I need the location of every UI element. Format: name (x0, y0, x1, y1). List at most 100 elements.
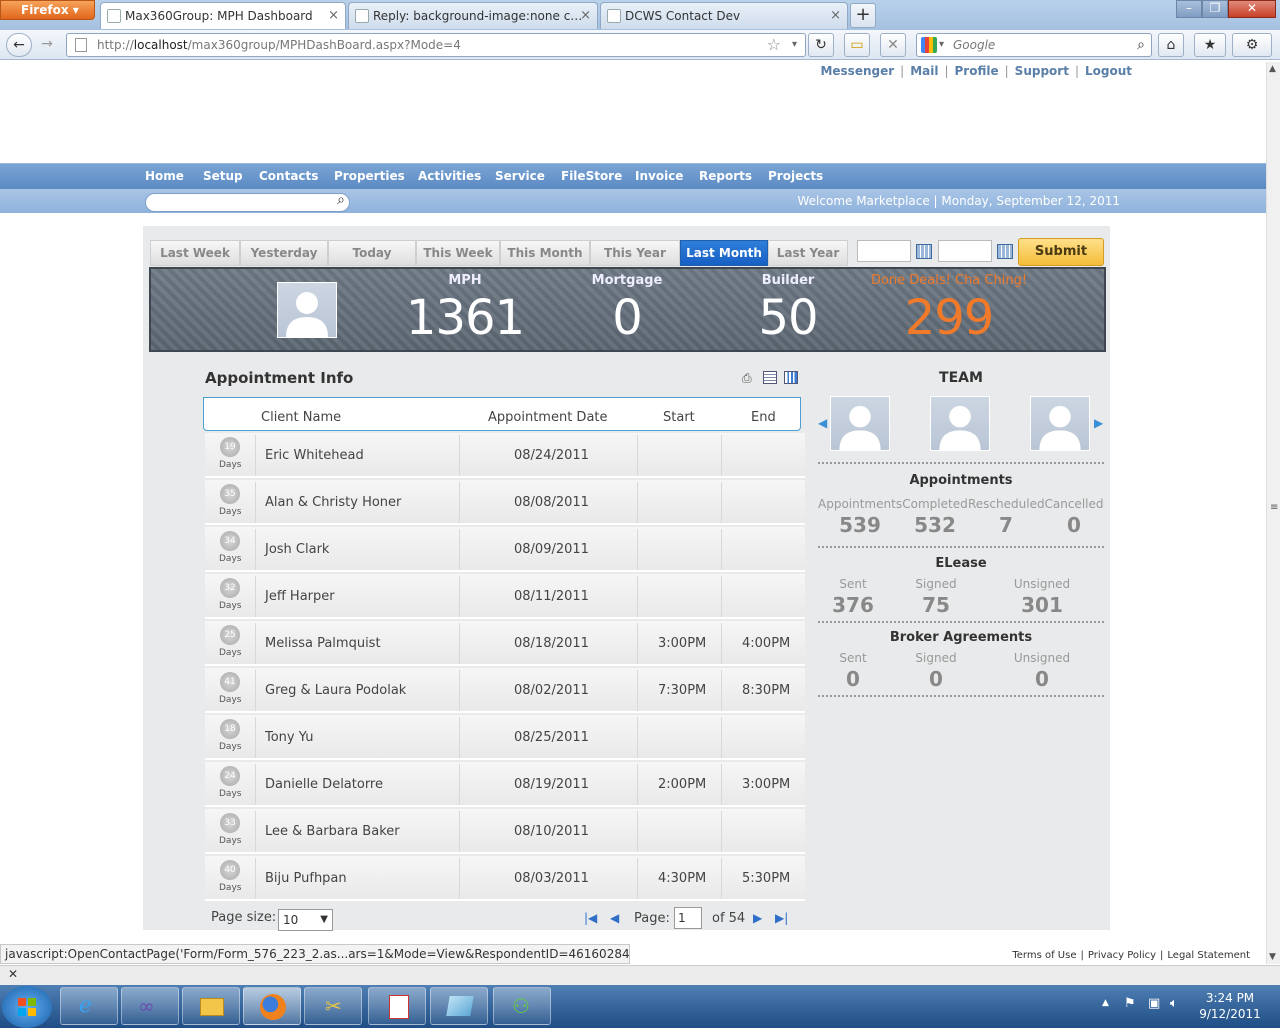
internet-explorer-icon[interactable]: ℯ (60, 987, 118, 1025)
next-page-icon[interactable]: ▶ (753, 911, 762, 925)
period-today[interactable]: Today (328, 240, 416, 266)
team-member-avatar[interactable] (930, 396, 990, 451)
back-button[interactable]: ← (6, 33, 32, 57)
search-input[interactable]: Google ▾ ⌕ (916, 33, 1152, 57)
address-bar[interactable]: http://localhost/max360group/MPHDashBoar… (66, 33, 806, 57)
link-logout[interactable]: Logout (1085, 64, 1132, 78)
client-name-link[interactable]: Melissa Palmquist (265, 621, 381, 666)
table-row[interactable]: 33 Days Lee & Barbara Baker 08/10/2011 (205, 809, 805, 854)
volume-icon[interactable]: 🔈︎ (1170, 996, 1178, 1011)
period-yesterday[interactable]: Yesterday (240, 240, 328, 266)
chart-view-icon[interactable] (784, 371, 798, 384)
notepad-icon[interactable] (368, 987, 426, 1025)
start-button[interactable] (2, 986, 52, 1028)
network-icon[interactable]: ▣ (1148, 996, 1160, 1011)
link-legal[interactable]: Legal Statement (1167, 950, 1250, 961)
star-icon[interactable]: ☆ (767, 34, 781, 56)
first-page-icon[interactable]: |◀ (584, 911, 597, 925)
stop-button[interactable]: ✕ (880, 33, 906, 57)
chevron-right-icon[interactable]: ▶ (1094, 416, 1103, 430)
tab-mph-dashboard[interactable]: Max360Group: MPH Dashboard × (100, 2, 346, 29)
client-name-link[interactable]: Jeff Harper (265, 574, 335, 619)
addon-icon[interactable]: ⚙ (1232, 33, 1272, 57)
menu-invoice[interactable]: Invoice (635, 164, 683, 190)
link-terms[interactable]: Terms of Use (1012, 950, 1076, 961)
period-last-week[interactable]: Last Week (150, 240, 240, 266)
scroll-down-icon[interactable]: ▼ (1269, 952, 1276, 962)
link-mail[interactable]: Mail (910, 64, 938, 78)
minimize-button[interactable]: – (1176, 0, 1202, 18)
team-member-avatar[interactable] (1030, 396, 1090, 451)
client-name-link[interactable]: Tony Yu (265, 715, 313, 760)
table-row[interactable]: 24 Days Danielle Delatorre 08/19/2011 2:00PM… (205, 762, 805, 807)
start-date-input[interactable] (857, 240, 911, 262)
table-row[interactable]: 35 Days Alan & Christy Honer 08/08/2011 (205, 480, 805, 525)
link-privacy[interactable]: Privacy Policy (1088, 950, 1156, 961)
link-profile[interactable]: Profile (955, 64, 999, 78)
menu-home[interactable]: Home (145, 164, 184, 190)
menu-filestore[interactable]: FileStore (561, 164, 622, 190)
team-member-avatar[interactable] (830, 396, 890, 451)
chevron-down-icon[interactable]: ▾ (939, 34, 944, 56)
column-appointment-date[interactable]: Appointment Date (488, 410, 608, 425)
close-tab-icon[interactable]: × (830, 3, 841, 29)
prev-page-icon[interactable]: ◀ (610, 911, 619, 925)
link-support[interactable]: Support (1015, 64, 1069, 78)
table-row[interactable]: 25 Days Melissa Palmquist 08/18/2011 3:00PM 4… (205, 621, 805, 666)
scroll-grip-icon[interactable]: ≡ (1270, 502, 1278, 513)
calendar-icon[interactable] (916, 244, 932, 259)
rss-icon[interactable]: ▭ (844, 33, 870, 57)
menu-service[interactable]: Service (495, 164, 545, 190)
menu-projects[interactable]: Projects (768, 164, 823, 190)
submit-button[interactable]: Submit (1018, 238, 1104, 266)
firefox-icon[interactable] (243, 987, 301, 1025)
client-name-link[interactable]: Lee & Barbara Baker (265, 809, 400, 854)
table-row[interactable]: 19 Days Eric Whitehead 08/24/2011 (205, 433, 805, 478)
system-clock[interactable]: 3:24 PM 9/12/2011 (1190, 990, 1270, 1022)
table-row[interactable]: 40 Days Biju Pufhpan 08/03/2011 4:30PM 5:30PM (205, 856, 805, 901)
calendar-icon[interactable] (997, 244, 1013, 259)
table-view-icon[interactable] (763, 371, 777, 384)
visual-studio-icon[interactable]: ∞ (121, 987, 179, 1025)
client-name-link[interactable]: Danielle Delatorre (265, 762, 383, 807)
client-name-link[interactable]: Eric Whitehead (265, 433, 364, 478)
period-last-month[interactable]: Last Month (680, 240, 768, 266)
home-icon[interactable]: ⌂ (1158, 33, 1184, 57)
firefox-menu-button[interactable]: Firefox ▾ (0, 0, 95, 20)
tab-reply-css[interactable]: Reply: background-image:none css n... × (348, 2, 598, 29)
period-this-week[interactable]: This Week (416, 240, 500, 266)
period-this-year[interactable]: This Year (590, 240, 680, 266)
close-tab-icon[interactable]: × (580, 3, 591, 29)
period-this-month[interactable]: This Month (500, 240, 590, 266)
scroll-up-icon[interactable]: ▲ (1269, 64, 1276, 74)
last-page-icon[interactable]: ▶| (775, 911, 788, 925)
client-name-link[interactable]: Greg & Laura Podolak (265, 668, 406, 713)
end-date-input[interactable] (938, 240, 992, 262)
menu-properties[interactable]: Properties (334, 164, 405, 190)
client-name-link[interactable]: Biju Pufhpan (265, 856, 347, 901)
tab-dcws-contact[interactable]: DCWS Contact Dev × (600, 2, 848, 29)
close-window-button[interactable]: ✕ (1228, 0, 1276, 18)
table-row[interactable]: 34 Days Josh Clark 08/09/2011 (205, 527, 805, 572)
search-icon[interactable]: ⌕ (1137, 34, 1145, 56)
forward-button[interactable]: → (34, 33, 60, 57)
bookmarks-icon[interactable]: ★ (1194, 33, 1226, 57)
menu-activities[interactable]: Activities (418, 164, 481, 190)
client-name-link[interactable]: Josh Clark (265, 527, 329, 572)
page-number-input[interactable]: 1 (674, 907, 702, 929)
close-icon[interactable]: ✕ (8, 967, 18, 981)
search-icon[interactable]: ⌕ (337, 192, 345, 208)
client-name-link[interactable]: Alan & Christy Honer (265, 480, 401, 525)
chevron-down-icon[interactable]: ▾ (792, 34, 797, 56)
close-tab-icon[interactable]: × (328, 3, 339, 29)
table-row[interactable]: 41 Days Greg & Laura Podolak 08/02/2011 7:30… (205, 668, 805, 713)
chevron-left-icon[interactable]: ◀ (818, 416, 827, 430)
network-app-icon[interactable]: ⚇ (493, 987, 551, 1025)
page-scrollbar[interactable]: ▲ ≡ ▼ (1266, 62, 1280, 964)
tools-icon[interactable]: ✂ (304, 987, 362, 1025)
folder-icon[interactable] (182, 987, 240, 1025)
link-messenger[interactable]: Messenger (820, 64, 894, 78)
menu-contacts[interactable]: Contacts (259, 164, 318, 190)
site-search-input[interactable]: ⌕ (145, 192, 350, 212)
app-icon[interactable] (430, 987, 488, 1025)
